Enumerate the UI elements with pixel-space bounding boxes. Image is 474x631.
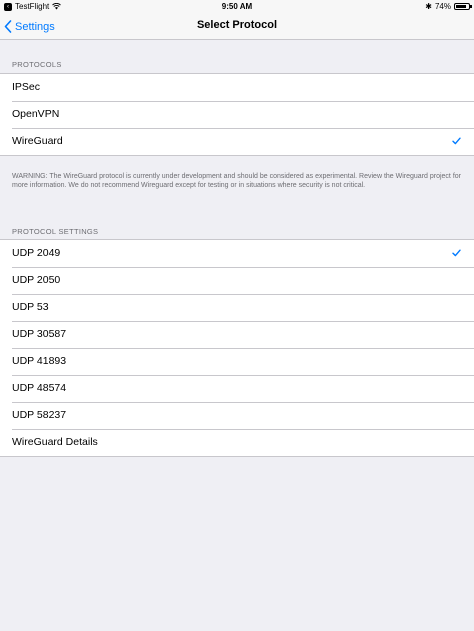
wireguard-details-label: WireGuard Details bbox=[12, 436, 98, 448]
protocols-section-header: PROTOCOLS bbox=[12, 60, 62, 69]
wireguard-warning-text: WARNING: The WireGuard protocol is curre… bbox=[12, 173, 461, 189]
protocol-settings-list: UDP 2049 UDP 2050 UDP 53 UDP 30587 UDP 4… bbox=[0, 239, 474, 457]
navigation-bar: Settings Select Protocol bbox=[0, 13, 474, 40]
port-row-udp-2050[interactable]: UDP 2050 bbox=[0, 267, 474, 294]
screen: ‹ TestFlight 9:50 AM ✱ 74% Settings Sele… bbox=[0, 0, 474, 631]
port-row-udp-30587[interactable]: UDP 30587 bbox=[0, 321, 474, 348]
port-label: UDP 2049 bbox=[12, 247, 61, 259]
protocol-label: OpenVPN bbox=[12, 108, 60, 120]
port-row-udp-58237[interactable]: UDP 58237 bbox=[0, 402, 474, 429]
protocols-list: IPSec OpenVPN WireGuard bbox=[0, 73, 474, 156]
protocol-settings-section-header: PROTOCOL SETTINGS bbox=[12, 227, 99, 236]
port-row-udp-2049[interactable]: UDP 2049 bbox=[0, 240, 474, 267]
checkmark-icon bbox=[452, 249, 461, 257]
protocol-row-wireguard[interactable]: WireGuard bbox=[0, 128, 474, 155]
protocol-row-ipsec[interactable]: IPSec bbox=[0, 74, 474, 101]
protocol-label: IPSec bbox=[12, 81, 41, 93]
page-title: Select Protocol bbox=[196, 19, 278, 31]
status-time: 9:50 AM bbox=[221, 2, 253, 11]
bluetooth-icon: ✱ bbox=[425, 2, 432, 11]
battery-icon bbox=[454, 3, 472, 10]
port-label: UDP 58237 bbox=[12, 409, 67, 421]
wireguard-details-row[interactable]: WireGuard Details bbox=[0, 429, 474, 456]
port-row-udp-53[interactable]: UDP 53 bbox=[0, 294, 474, 321]
status-right: ✱ 74% bbox=[425, 2, 472, 11]
port-label: UDP 41893 bbox=[12, 355, 67, 367]
battery-percent: 74% bbox=[434, 2, 451, 11]
port-label: UDP 48574 bbox=[12, 382, 67, 394]
port-label: UDP 53 bbox=[12, 301, 49, 313]
port-row-udp-48574[interactable]: UDP 48574 bbox=[0, 375, 474, 402]
checkmark-icon bbox=[452, 137, 461, 145]
port-row-udp-41893[interactable]: UDP 41893 bbox=[0, 348, 474, 375]
protocol-label: WireGuard bbox=[12, 135, 63, 147]
port-label: UDP 30587 bbox=[12, 328, 67, 340]
status-bar: ‹ TestFlight 9:50 AM ✱ 74% bbox=[0, 0, 474, 13]
protocol-row-openvpn[interactable]: OpenVPN bbox=[0, 101, 474, 128]
port-label: UDP 2050 bbox=[12, 274, 61, 286]
